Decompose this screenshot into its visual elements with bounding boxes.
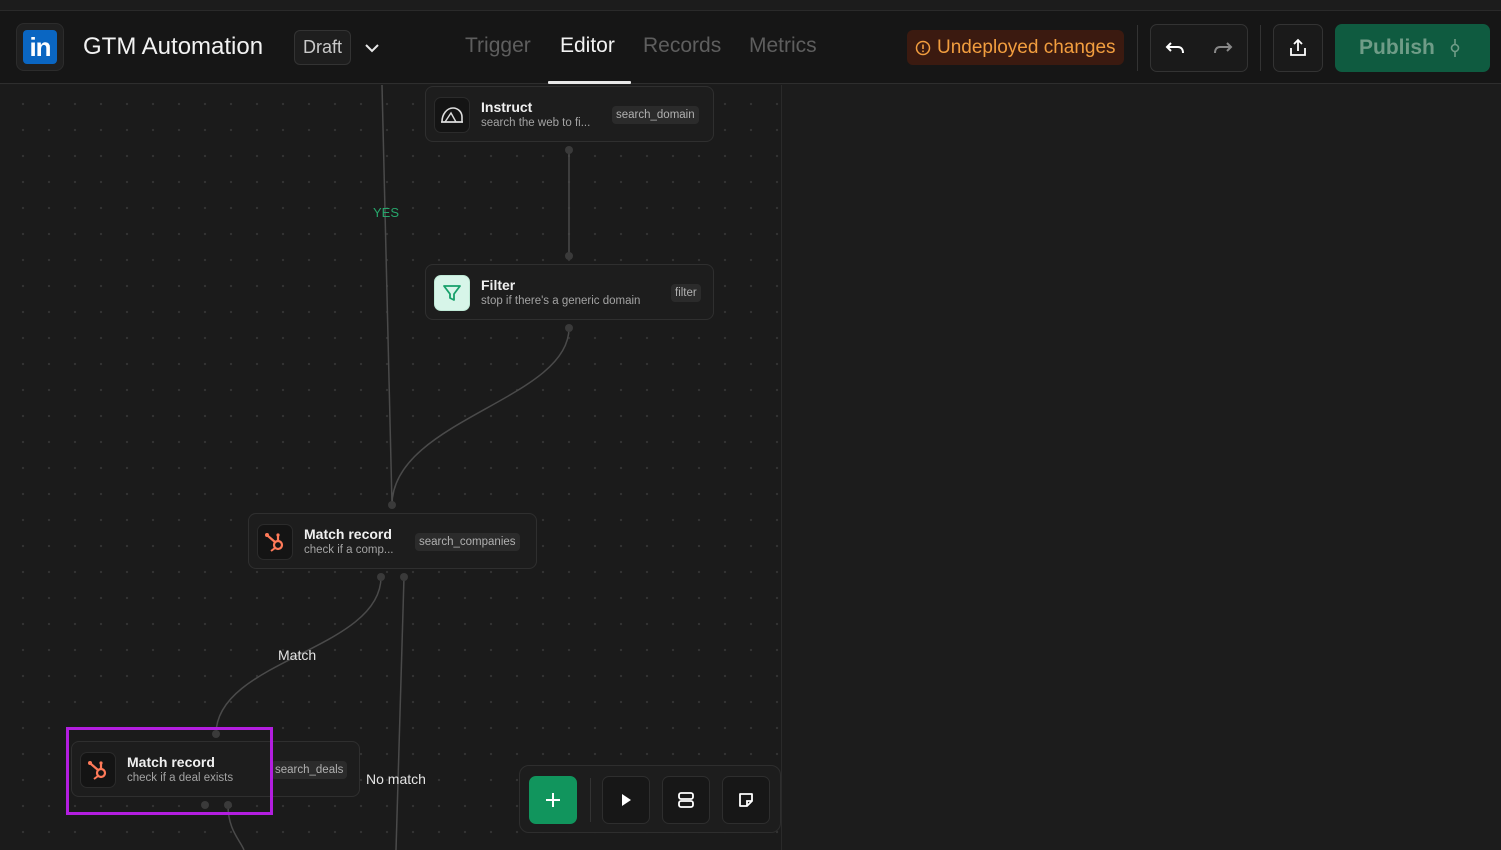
tab-trigger[interactable]: Trigger — [465, 34, 531, 58]
app-window: YES Match No match Instruct search the w… — [0, 0, 1501, 850]
top-bar: in GTM Automation Draft Trigger Editor R… — [0, 10, 1501, 84]
edge-label-yes: YES — [373, 205, 400, 220]
node-subtitle: search the web to fi... — [481, 117, 591, 129]
node-tag: filter — [671, 284, 701, 302]
node-tag: search_companies — [415, 533, 520, 551]
node-instruct[interactable]: Instruct search the web to fi... search_… — [425, 86, 714, 142]
redo-icon — [1214, 42, 1233, 54]
node-tag: search_deals — [271, 761, 348, 779]
toolbar-divider — [590, 778, 591, 822]
status-badge: Draft — [294, 30, 352, 65]
hubspot-icon — [257, 524, 293, 560]
node-title: Match record — [304, 526, 392, 542]
right-panel — [783, 85, 1501, 850]
layers-button[interactable] — [662, 776, 710, 824]
node-filter[interactable]: Filter stop if there's a generic domain … — [425, 264, 714, 320]
add-node-button[interactable] — [529, 776, 577, 824]
tab-metrics[interactable]: Metrics — [749, 34, 817, 58]
node-tag: search_domain — [612, 106, 699, 124]
play-icon — [622, 794, 631, 806]
node-subtitle: stop if there's a generic domain — [481, 295, 641, 307]
tab-editor[interactable]: Editor — [560, 34, 615, 58]
sticky-note-icon — [739, 793, 753, 807]
filter-icon — [434, 275, 470, 311]
undo-redo-group — [1150, 24, 1248, 72]
ai-cloud-icon — [434, 97, 470, 133]
divider — [1260, 25, 1261, 71]
node-title: Instruct — [481, 99, 533, 115]
share-icon — [1290, 38, 1306, 56]
active-tab-indicator — [548, 81, 631, 84]
linkedin-logo[interactable]: in — [16, 23, 64, 71]
tab-records[interactable]: Records — [643, 34, 721, 58]
layers-icon — [678, 792, 694, 808]
undo-icon — [1165, 42, 1184, 54]
chevron-down-icon[interactable] — [360, 36, 384, 60]
share-button[interactable] — [1273, 24, 1323, 72]
node-subtitle: check if a comp... — [304, 544, 394, 556]
edge-label-no-match: No match — [366, 771, 426, 787]
publish-button[interactable]: Publish — [1335, 24, 1490, 72]
warning-text: Undeployed changes — [937, 37, 1116, 58]
run-button[interactable] — [602, 776, 650, 824]
linkedin-logo-mark: in — [23, 30, 57, 64]
node-title: Filter — [481, 277, 516, 293]
selection-highlight — [66, 727, 273, 815]
info-circle-icon — [915, 40, 931, 56]
undeployed-changes-badge[interactable]: Undeployed changes — [907, 30, 1124, 65]
divider — [1137, 25, 1138, 71]
commit-icon — [1450, 39, 1460, 57]
edge-label-match: Match — [278, 647, 317, 663]
undo-button[interactable] — [1151, 25, 1199, 71]
plus-icon — [546, 793, 560, 807]
redo-button[interactable] — [1199, 25, 1247, 71]
publish-label: Publish — [1359, 36, 1435, 59]
node-match-companies[interactable]: Match record check if a comp... search_c… — [248, 513, 537, 569]
workflow-title[interactable]: GTM Automation — [83, 33, 263, 61]
canvas-toolbar — [519, 765, 781, 833]
note-button[interactable] — [722, 776, 770, 824]
